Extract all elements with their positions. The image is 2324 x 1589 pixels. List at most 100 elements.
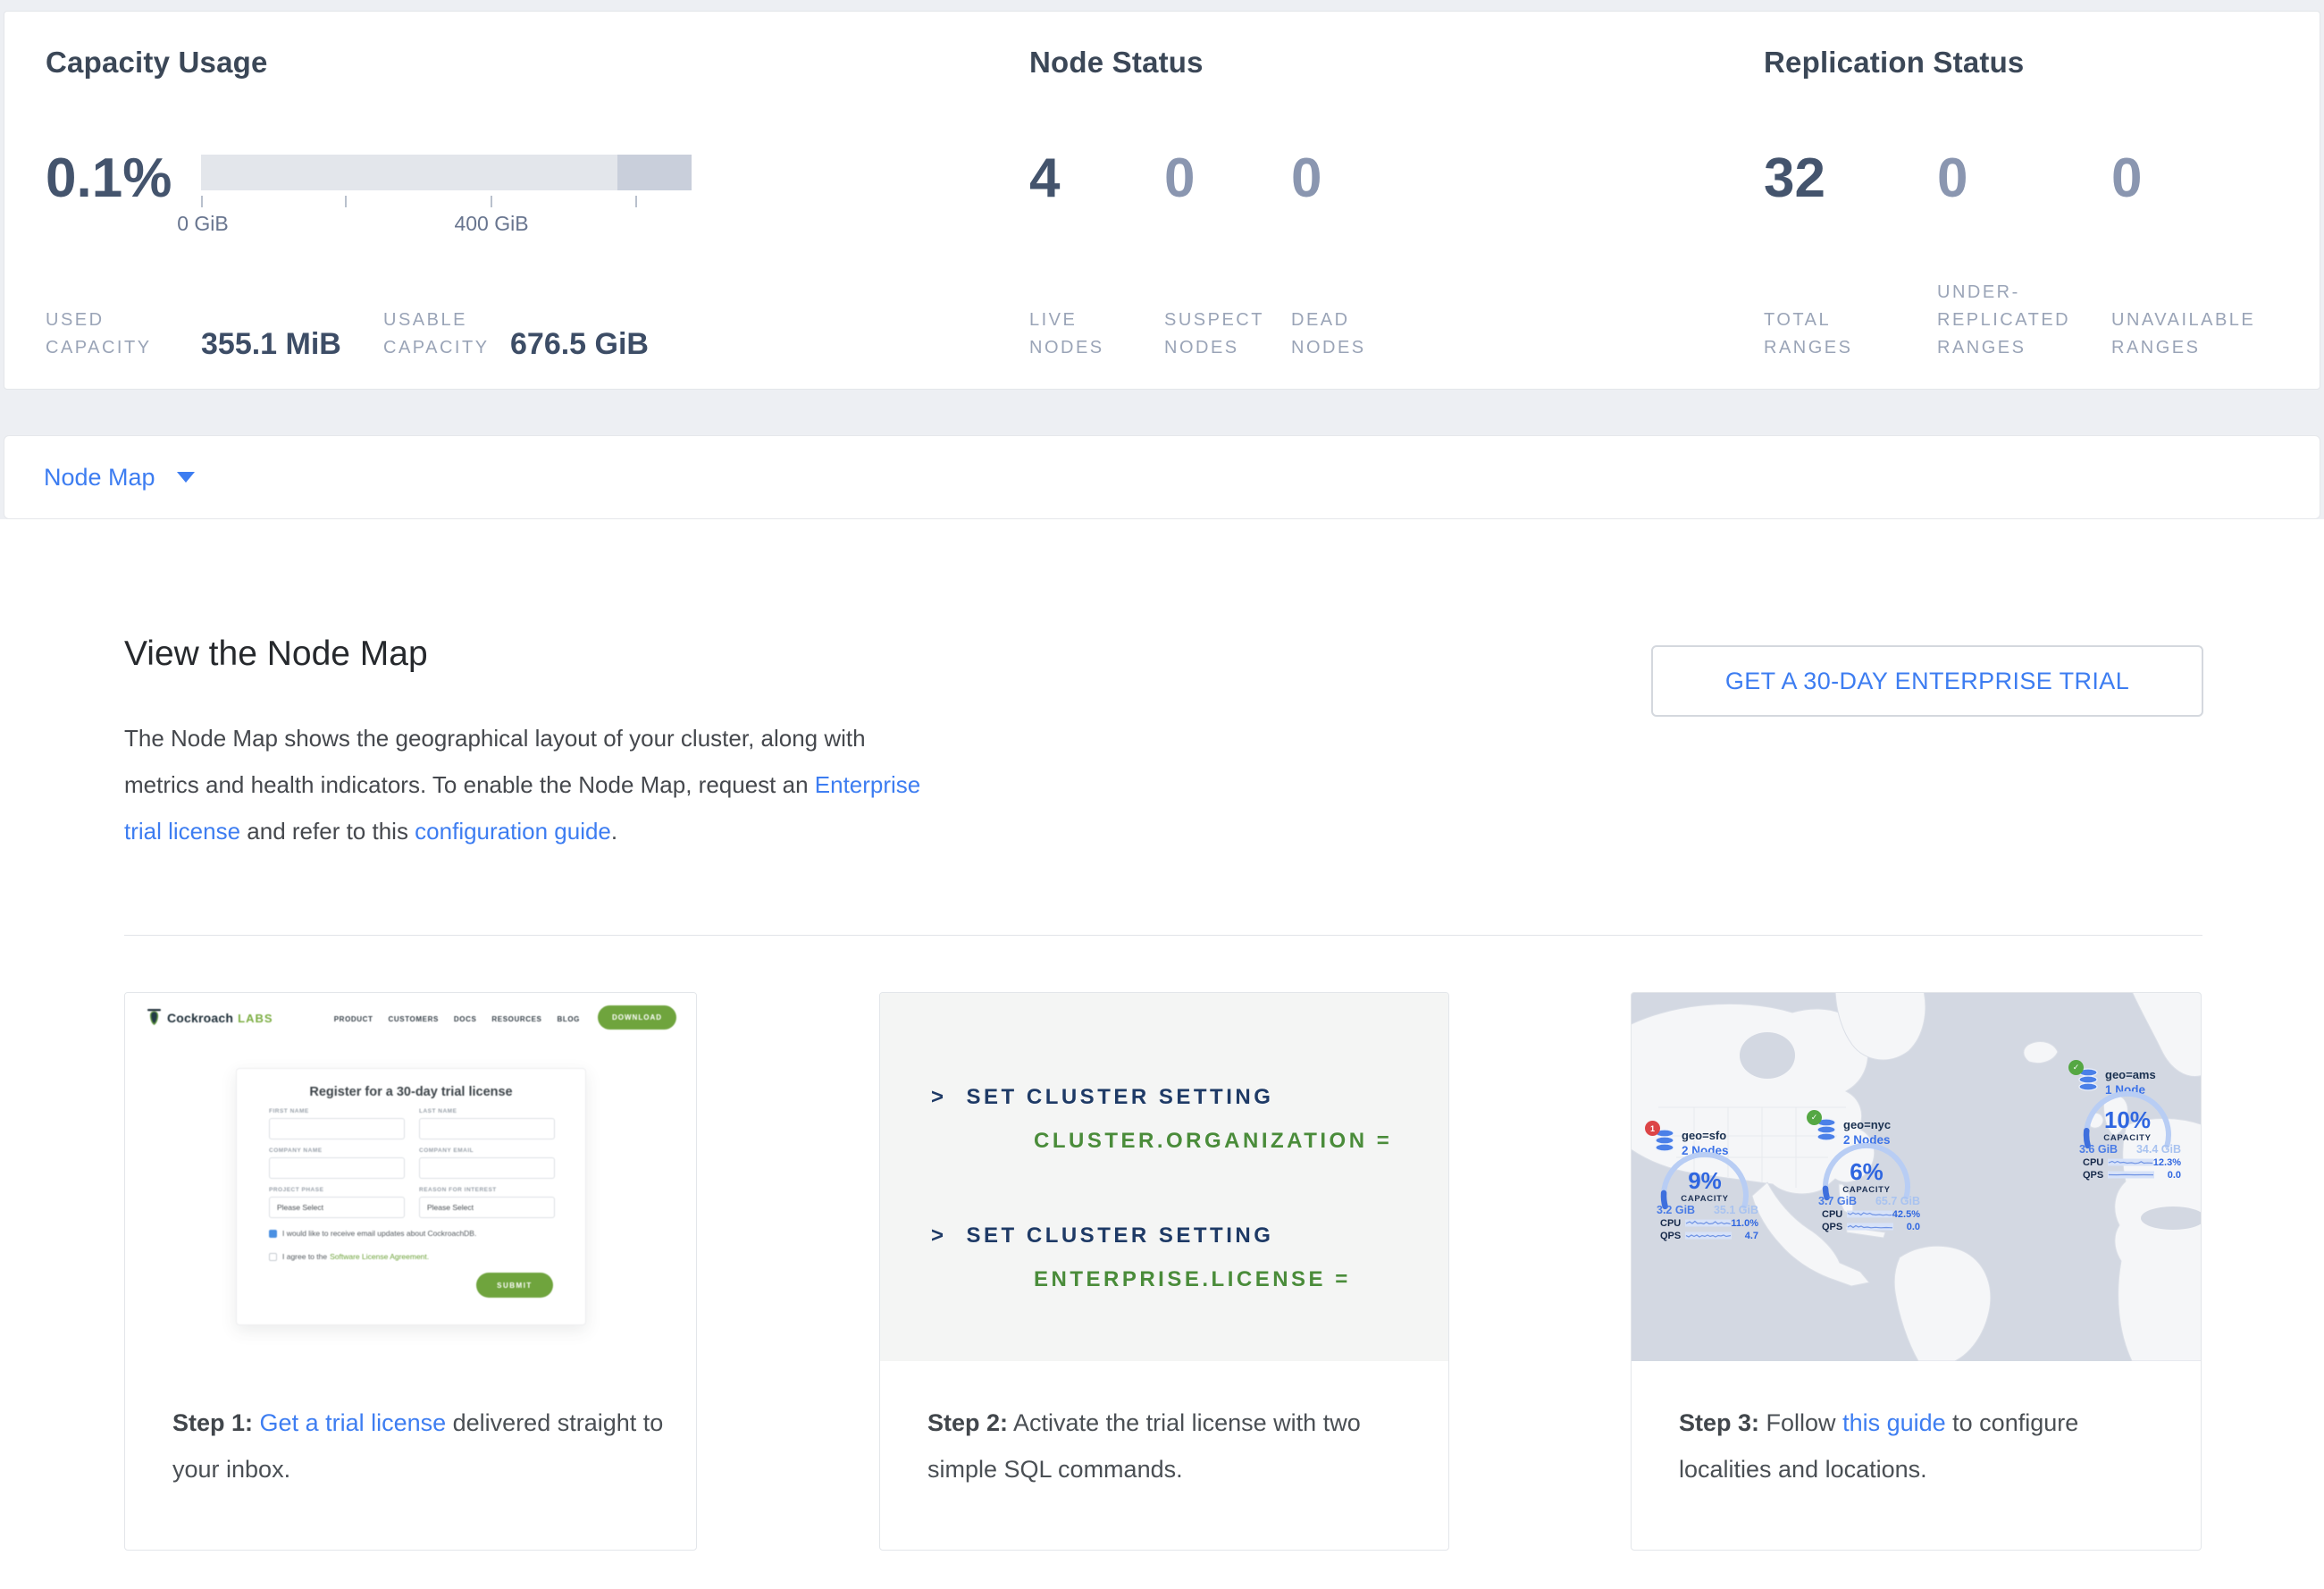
qps-value: 0.0 (1907, 1222, 1920, 1232)
step-2-prefix: Step 2: (927, 1409, 1008, 1436)
locality-name: geo=nyc (1843, 1118, 1891, 1132)
project-phase-select: Please Select (269, 1197, 405, 1218)
step-3-prefix: Step 3: (1679, 1409, 1759, 1436)
replication-status-title: Replication Status (1764, 46, 2024, 80)
license-agreement-checkbox-row: I agree to the Software License Agreemen… (269, 1252, 429, 1261)
mini-download-button: DOWNLOAD (598, 1005, 676, 1030)
capacity-bar-reserved-segment (617, 155, 692, 190)
total-ranges-count: 32 (1764, 144, 1825, 214)
company-email-label: COMPANY EMAIL (419, 1148, 555, 1154)
locality-nyc-cpu-row: CPU 42.5% (1822, 1208, 1920, 1220)
cockroach-bug-icon (147, 1009, 162, 1027)
sql-statement-1-text: SET CLUSTER SETTING (967, 1085, 1274, 1109)
live-nodes-label: LIVE NODES (1029, 307, 1164, 362)
this-guide-link[interactable]: this guide (1842, 1409, 1946, 1436)
unchecked-checkbox-icon (269, 1253, 277, 1261)
capacity-percent: 10% (2083, 1106, 2172, 1134)
capacity-details-row: USED CAPACITY 355.1 MiB USABLE CAPACITY … (46, 280, 649, 362)
sql-setting-2: ENTERPRISE.LICENSE = (1034, 1267, 1351, 1292)
intro-text-2: and refer to this (240, 818, 415, 845)
cpu-label: CPU (1660, 1218, 1685, 1229)
qps-label: QPS (1660, 1231, 1685, 1241)
error-badge-icon: 1 (1645, 1121, 1660, 1136)
node-map-illustration: 1 geo=sfo 2 Nodes 9% CAPACITY (1632, 993, 2201, 1361)
cockroach-labs-logo: Cockroach LABS (147, 1009, 273, 1027)
first-name-input (269, 1118, 405, 1139)
sql-prompt-icon: > (931, 1223, 947, 1248)
suspect-nodes-count: 0 (1164, 144, 1195, 214)
mini-site-nav: PRODUCT CUSTOMERS DOCS RESOURCES BLOG (334, 1015, 580, 1023)
step-3-before: Follow (1759, 1409, 1842, 1436)
qps-label: QPS (1822, 1222, 1847, 1232)
step-1-prefix: Step 1: (172, 1409, 253, 1436)
total-capacity: 34.4 GiB (2136, 1143, 2181, 1156)
replication-labels: TOTAL RANGES UNDER-REPLICATED RANGES UNA… (1764, 280, 2254, 362)
step-2-caption: Step 2: Activate the trial license with … (927, 1400, 1423, 1492)
capacity-axis-tick (201, 196, 203, 207)
node-status-title: Node Status (1029, 46, 1204, 80)
sql-commands-illustration: >SET CLUSTER SETTING CLUSTER.ORGANIZATIO… (880, 993, 1448, 1361)
trial-form-title: Register for a 30-day trial license (237, 1085, 585, 1099)
mini-nav-customers: CUSTOMERS (389, 1015, 439, 1023)
locality-name: geo=sfo (1682, 1129, 1729, 1143)
live-nodes-count: 4 (1029, 144, 1060, 214)
mini-site-logo-text: Cockroach (167, 1011, 233, 1025)
get-trial-license-link[interactable]: Get a trial license (260, 1409, 447, 1436)
mini-site-header: Cockroach LABS PRODUCT CUSTOMERS DOCS RE… (125, 993, 696, 1045)
suspect-nodes-label: SUSPECT NODES (1164, 307, 1291, 362)
qps-label: QPS (2083, 1170, 2108, 1181)
mini-nav-resources: RESOURCES (491, 1015, 541, 1023)
section-divider (124, 935, 2202, 936)
checked-checkbox-icon (269, 1230, 277, 1238)
healthy-badge-icon: ✓ (1807, 1110, 1822, 1125)
used-capacity-value: 355.1 MiB (201, 326, 383, 362)
mini-site-logo-labs: LABS (238, 1012, 273, 1025)
locality-ams-qps-row: QPS 0.0 (2083, 1169, 2181, 1181)
configuration-guide-link[interactable]: configuration guide (415, 818, 611, 845)
cpu-value: 11.0% (1731, 1218, 1758, 1229)
last-name-label: LAST NAME (419, 1108, 555, 1114)
company-name-field: COMPANY NAME (269, 1148, 405, 1179)
company-email-field: COMPANY EMAIL (419, 1148, 555, 1179)
view-selector-bar: Node Map (4, 435, 2320, 519)
step-1-caption: Step 1: Get a trial license delivered st… (172, 1400, 668, 1492)
node-map-dropdown[interactable]: Node Map (44, 436, 195, 518)
mini-nav-docs: DOCS (454, 1015, 477, 1023)
capacity-axis-label-0: 0 GiB (177, 212, 229, 236)
first-name-field: FIRST NAME (269, 1108, 405, 1139)
dead-nodes-label: DEAD NODES (1291, 307, 1389, 362)
intro-text-1: The Node Map shows the geographical layo… (124, 725, 866, 798)
mini-nav-blog: BLOG (557, 1015, 580, 1023)
cpu-value: 12.3% (2153, 1157, 2181, 1168)
reason-label: REASON FOR INTEREST (419, 1187, 555, 1193)
cluster-summary-panel: Capacity Usage 0.1% 0 GiB 400 GiB USED C… (4, 11, 2320, 390)
usable-capacity-value: 676.5 GiB (510, 326, 649, 362)
healthy-badge-icon: ✓ (2068, 1060, 2084, 1075)
cpu-sparkline (1685, 1218, 1732, 1228)
qps-value: 4.7 (1745, 1231, 1758, 1241)
enterprise-trial-button[interactable]: GET A 30-DAY ENTERPRISE TRIAL (1651, 645, 2203, 717)
locality-nyc-qps-row: QPS 0.0 (1822, 1221, 1920, 1232)
qps-sparkline (1685, 1231, 1732, 1240)
node-map-dropdown-label: Node Map (44, 464, 155, 492)
license-agreement-link: Software License Agreement. (330, 1252, 429, 1261)
company-name-input (269, 1157, 405, 1179)
node-status-labels: LIVE NODES SUSPECT NODES DEAD NODES (1029, 280, 1389, 362)
trial-license-form: Register for a 30-day trial license FIRS… (236, 1068, 586, 1325)
total-ranges-label: TOTAL RANGES (1764, 307, 1937, 362)
sql-prompt-icon: > (931, 1085, 947, 1109)
capacity-caption: CAPACITY (1822, 1185, 1911, 1195)
under-replicated-count: 0 (1937, 144, 1967, 214)
dead-nodes-count: 0 (1291, 144, 1321, 214)
page-title: View the Node Map (124, 635, 428, 674)
email-updates-text: I would like to receive email updates ab… (282, 1229, 476, 1238)
used-capacity-label: USED CAPACITY (46, 307, 201, 362)
cluster-overview-page: Capacity Usage 0.1% 0 GiB 400 GiB USED C… (0, 0, 2324, 1589)
capacity-percent: 9% (1660, 1167, 1749, 1195)
locality-ams-cpu-row: CPU 12.3% (2083, 1156, 2181, 1168)
unavailable-label: UNAVAILABLE RANGES (2111, 307, 2254, 362)
last-name-field: LAST NAME (419, 1108, 555, 1139)
used-capacity: 3.2 GiB (1657, 1204, 1695, 1216)
total-capacity: 65.7 GiB (1875, 1195, 1920, 1207)
company-name-label: COMPANY NAME (269, 1148, 405, 1154)
